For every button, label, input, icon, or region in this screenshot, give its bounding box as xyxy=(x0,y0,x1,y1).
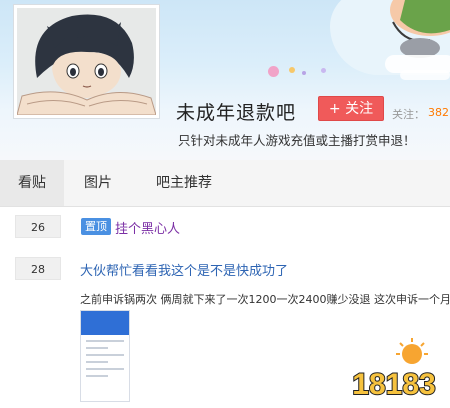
post-excerpt: 之前申诉锅两次 俩周就下来了一次1200一次2400赚少没退 这次申诉一个月..… xyxy=(80,293,450,306)
pinned-badge: 置顶 xyxy=(81,218,111,235)
banner-dot xyxy=(268,66,279,77)
thumbnail-header xyxy=(81,311,129,335)
follow-button[interactable]: + 关注 xyxy=(318,96,384,121)
reply-count: 28 xyxy=(15,257,61,280)
tab-images[interactable]: 图片 xyxy=(66,160,130,206)
forum-tabs: 看贴 图片 吧主推荐 xyxy=(0,160,450,207)
reply-count: 26 xyxy=(15,215,61,238)
follow-count-label: 关注： xyxy=(392,108,425,121)
banner-dot xyxy=(321,68,326,73)
follow-count: 382 xyxy=(428,106,449,119)
post-title-link[interactable]: 大伙帮忙看看我这个是不是快成功了 xyxy=(80,260,288,279)
thumbnail-line xyxy=(86,347,108,349)
watermark-logo: 18183 xyxy=(351,338,437,402)
banner-cloud xyxy=(400,70,450,80)
thumbnail-line xyxy=(86,354,124,356)
watermark-sun-icon xyxy=(396,338,428,364)
post-title-link[interactable]: 挂个黑心人 xyxy=(115,218,180,237)
thumbnail-line xyxy=(86,340,124,342)
post-thumbnail[interactable] xyxy=(80,310,130,402)
thumbnail-line xyxy=(86,368,124,370)
forum-description: 只针对未成年人游戏充值或主播打赏申退！ xyxy=(178,133,416,148)
tab-posts[interactable]: 看贴 xyxy=(0,160,64,206)
banner-dot xyxy=(302,71,306,75)
avatar-image xyxy=(17,8,156,115)
thumbnail-line xyxy=(86,375,108,377)
thumbnail-line xyxy=(86,361,108,363)
banner-dot xyxy=(289,67,295,73)
avatar-character-illustration xyxy=(17,8,156,115)
forum-title: 未成年退款吧 xyxy=(176,102,297,124)
tab-moderator-picks[interactable]: 吧主推荐 xyxy=(136,160,232,206)
watermark-text: 18183 xyxy=(352,368,435,401)
forum-avatar[interactable] xyxy=(13,4,160,119)
